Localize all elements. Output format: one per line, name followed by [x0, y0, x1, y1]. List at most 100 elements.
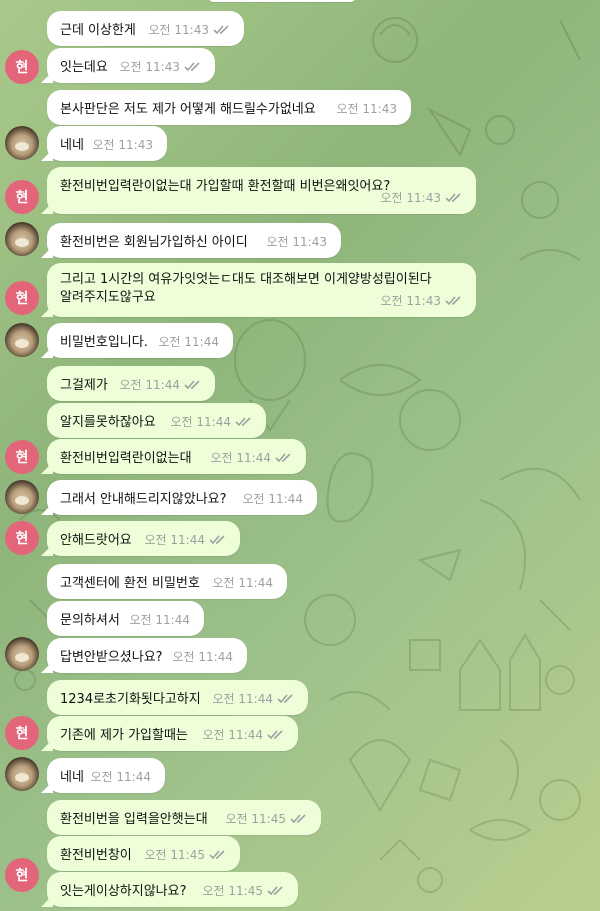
avatar-hyun[interactable]: 현: [5, 521, 39, 555]
message-text: 본사판단은 저도 제가 어떻게 해드릴수가없네요: [60, 102, 316, 117]
message-time: 오전 11:43: [336, 102, 397, 116]
message-bubble[interactable]: 1234로초기화됫다고하지 오전 11:44: [47, 680, 308, 715]
avatar-hyun[interactable]: 현: [5, 716, 39, 750]
avatar-dog-photo[interactable]: [5, 323, 39, 357]
message-time: 오전 11:43: [120, 58, 201, 76]
message-bubble[interactable]: 네네 오전 11:43: [41, 126, 167, 161]
message-time: 오전 11:43: [149, 21, 230, 39]
avatar-dog-photo[interactable]: [5, 222, 39, 256]
message-bubble-partial: [207, 0, 357, 2]
avatar-hyun[interactable]: 현: [5, 440, 39, 474]
read-check-icon: [184, 62, 201, 72]
message-bubble[interactable]: 답변안받으셨나요? 오전 11:44: [41, 638, 247, 673]
read-check-icon: [235, 417, 252, 427]
read-check-icon: [290, 814, 307, 824]
message-bubble[interactable]: 본사판단은 저도 제가 어떻게 해드릴수가없네요 오전 11:43: [47, 90, 411, 125]
message-text: 네네: [60, 138, 84, 153]
bubble-tail: [41, 346, 53, 358]
message-time: 오전 11:44: [172, 650, 233, 664]
avatar-hyun[interactable]: 현: [5, 50, 39, 84]
message-text-line1: 그리고 1시간의 여유가잇엇는ㄷ대도 대조해보면 이게양방성립이된다: [60, 272, 432, 287]
message-time: 오전 11:44: [203, 726, 284, 744]
message-bubble[interactable]: 그래서 안내해드리지않았나요? 오전 11:44: [41, 480, 317, 515]
message-text: 잇는데요: [60, 60, 108, 75]
message-time: 오전 11:44: [145, 531, 226, 549]
message-bubble[interactable]: 기존에 제가 가입할때는 오전 11:44: [41, 716, 298, 751]
message-time: 오전 11:44: [120, 376, 201, 394]
avatar-hyun[interactable]: 현: [5, 858, 39, 892]
avatar-dog-photo[interactable]: [5, 637, 39, 671]
message-time: 오전 11:43: [266, 235, 327, 249]
read-check-icon: [445, 296, 462, 306]
message-text: 그걸제가: [60, 378, 108, 393]
bubble-tail: [41, 781, 53, 793]
message-time: 오전 11:44: [213, 690, 294, 708]
message-text: 근데 이상한게: [60, 23, 136, 38]
message-text: 잇는게이상하지않나요?: [60, 884, 187, 899]
message-bubble[interactable]: 그리고 1시간의 여유가잇엇는ㄷ대도 대조해보면 이게양방성립이된다 알려주지도…: [41, 263, 476, 317]
message-text: 안해드랏어요: [60, 533, 132, 548]
read-check-icon: [445, 193, 462, 203]
avatar-dog-photo[interactable]: [5, 480, 39, 514]
message-bubble[interactable]: 잇는데요 오전 11:43: [41, 48, 215, 83]
message-time: 오전 11:44: [211, 449, 292, 467]
message-time: 오전 11:43: [92, 138, 153, 152]
read-check-icon: [275, 453, 292, 463]
bubble-tail: [41, 305, 53, 317]
message-text: 그래서 안내해드리지않았나요?: [60, 492, 227, 507]
message-bubble[interactable]: 문의하셔서 오전 11:44: [47, 601, 204, 636]
message-time: 오전 11:43: [381, 292, 462, 310]
bubble-tail: [41, 462, 53, 474]
message-bubble[interactable]: 환전비번은 회원님가입하신 아이디 오전 11:43: [41, 223, 341, 258]
message-text: 비밀번호입니다.: [60, 335, 148, 350]
bubble-tail: [41, 149, 53, 161]
read-check-icon: [184, 380, 201, 390]
message-time: 오전 11:45: [226, 810, 307, 828]
message-time: 오전 11:44: [129, 613, 190, 627]
bubble-tail: [41, 661, 53, 673]
message-text: 답변안받으셨나요?: [60, 650, 163, 665]
message-bubble[interactable]: 환전비번입력란이없는대 오전 11:44: [41, 439, 306, 474]
message-text: 환전비번입력란이없는대: [60, 451, 192, 466]
message-text: 환전비번창이: [60, 848, 132, 863]
message-text: 환전비번입력란이없는대 가입할때 환전할때 비번은왜잇어요?: [60, 179, 391, 194]
avatar-dog-photo[interactable]: [5, 126, 39, 160]
message-bubble[interactable]: 알지를못하잖아요 오전 11:44: [47, 403, 266, 438]
message-bubble[interactable]: 네네 오전 11:44: [41, 758, 165, 793]
message-bubble[interactable]: 근데 이상한게 오전 11:43: [47, 11, 244, 46]
message-bubble[interactable]: 안해드랏어요 오전 11:44: [41, 521, 240, 556]
message-time: 오전 11:45: [203, 882, 284, 900]
read-check-icon: [277, 694, 294, 704]
message-bubble[interactable]: 환전비번창이 오전 11:45: [47, 836, 240, 871]
bubble-tail: [41, 544, 53, 556]
message-time: 오전 11:44: [90, 770, 151, 784]
message-time: 오전 11:44: [171, 413, 252, 431]
message-time: 오전 11:45: [145, 846, 226, 864]
message-text: 문의하셔서: [60, 613, 120, 628]
message-bubble[interactable]: 잇는게이상하지않나요? 오전 11:45: [41, 872, 298, 907]
message-text-line2: 알려주지도않구요: [60, 290, 156, 305]
message-text: 고객센터에 환전 비밀번호: [60, 576, 200, 591]
message-bubble[interactable]: 고객센터에 환전 비밀번호 오전 11:44: [47, 564, 287, 599]
bubble-tail: [41, 71, 53, 83]
avatar-hyun[interactable]: 현: [5, 180, 39, 214]
bubble-tail: [41, 246, 53, 258]
message-bubble[interactable]: 비밀번호입니다. 오전 11:44: [41, 323, 233, 358]
message-time: 오전 11:44: [158, 335, 219, 349]
avatar-hyun[interactable]: 현: [5, 281, 39, 315]
message-bubble[interactable]: 환전비번을 입력을안햇는대 오전 11:45: [47, 800, 321, 835]
read-check-icon: [209, 535, 226, 545]
read-check-icon: [209, 850, 226, 860]
message-time: 오전 11:44: [242, 492, 303, 506]
message-text: 기존에 제가 가입할때는: [60, 728, 188, 743]
message-bubble[interactable]: 환전비번입력란이없는대 가입할때 환전할때 비번은왜잇어요? 오전 11:43: [41, 167, 476, 214]
bubble-tail: [41, 739, 53, 751]
message-text: 알지를못하잖아요: [60, 415, 156, 430]
message-list[interactable]: 근데 이상한게 오전 11:43 현 잇는데요 오전 11:43 본사판단은 저…: [0, 0, 600, 911]
message-time: 오전 11:43: [381, 189, 462, 207]
read-check-icon: [267, 730, 284, 740]
message-bubble[interactable]: 그걸제가 오전 11:44: [47, 366, 215, 401]
bubble-tail: [41, 895, 53, 907]
message-time: 오전 11:44: [212, 576, 273, 590]
avatar-dog-photo[interactable]: [5, 757, 39, 791]
